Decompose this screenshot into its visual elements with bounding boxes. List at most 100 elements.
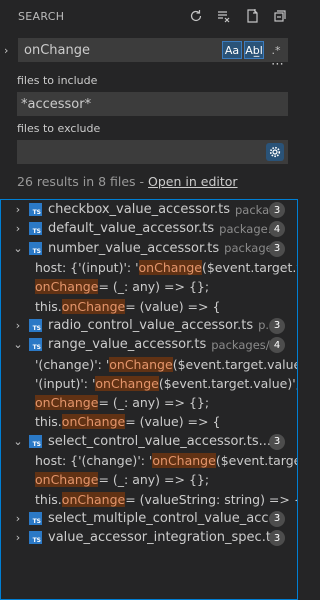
match-prefix: '(change)': ' <box>35 356 110 372</box>
match-count-badge: 3 <box>269 433 285 450</box>
match-suffix: ($event.target.v... <box>201 260 297 276</box>
chevron-right-icon[interactable]: › <box>11 319 25 332</box>
result-file-row[interactable]: › TS checkbox_value_accessor.ts packa... 3 <box>1 200 297 219</box>
match-suffix: ($event.target.value)', <box>172 356 297 372</box>
typescript-file-icon: TS <box>29 531 42 545</box>
search-header: SEARCH <box>0 0 298 32</box>
match-suffix: = (_: any) => {}; <box>98 395 210 411</box>
match-highlight: onChange <box>61 491 126 507</box>
match-line[interactable]: onChange = (_: any) => {}; <box>1 470 297 489</box>
match-line[interactable]: onChange = (_: any) => {}; <box>1 277 297 296</box>
result-file-row[interactable]: ⌄ TS number_value_accessor.ts package... 3 <box>1 239 297 258</box>
typescript-file-icon: TS <box>29 434 42 448</box>
match-line[interactable]: onChange = (_: any) => {}; <box>1 393 297 412</box>
exclude-label: files to exclude <box>17 122 101 135</box>
typescript-file-icon: TS <box>29 318 42 332</box>
typescript-file-icon: TS <box>29 203 42 217</box>
match-line[interactable]: host: {'(change)': ' onChange ($event.targ… <box>1 451 297 470</box>
typescript-file-icon: TS <box>29 241 42 255</box>
collapse-all-icon[interactable] <box>268 4 292 28</box>
match-suffix: ($event.target... <box>215 453 297 468</box>
match-prefix: this. <box>35 491 62 507</box>
match-count-badge: 3 <box>269 530 285 547</box>
match-prefix: '(input)': ' <box>35 375 96 391</box>
match-prefix: host: {'(change)': ' <box>35 453 153 468</box>
file-path: packa... <box>234 202 281 217</box>
toggle-replace-chevron-icon[interactable]: › <box>4 44 16 57</box>
panel-title: SEARCH <box>18 9 65 23</box>
results-count-text: 26 results in 8 files - <box>17 174 149 189</box>
result-file-row[interactable]: › TS default_value_accessor.ts package... 4 <box>1 219 297 238</box>
match-count-badge: 3 <box>269 510 285 527</box>
chevron-down-icon[interactable]: ⌄ <box>11 435 25 448</box>
match-prefix: this. <box>35 414 62 430</box>
match-line[interactable]: this. onChange = (value) => { <box>1 296 297 315</box>
file-name: select_multiple_control_value_acc... <box>48 510 281 526</box>
match-line[interactable]: '(change)': ' onChange ($event.target.valu… <box>1 354 297 373</box>
match-whole-word-button[interactable]: Ab̲l <box>244 41 264 59</box>
exclude-input[interactable] <box>17 140 288 164</box>
match-count-badge: 3 <box>269 202 285 218</box>
match-line[interactable]: this. onChange = (valueString: string) =>… <box>1 489 297 508</box>
match-prefix: this. <box>35 298 62 314</box>
include-input[interactable]: *accessor* <box>17 92 288 116</box>
match-highlight: onChange <box>61 298 126 314</box>
match-suffix: ($event.target.value)', <box>158 375 297 391</box>
toggle-search-details-icon[interactable]: ⋯ <box>0 58 298 72</box>
file-name: value_accessor_integration_spec.t... <box>48 530 284 546</box>
match-highlight: onChange <box>109 356 173 372</box>
result-file-row[interactable]: › TS select_multiple_control_value_acc... 3 <box>1 509 297 528</box>
file-name: radio_control_value_accessor.ts <box>48 317 254 333</box>
results-summary: 26 results in 8 files - Open in editor <box>0 174 298 194</box>
typescript-file-icon: TS <box>29 511 42 525</box>
typescript-file-icon: TS <box>29 338 42 352</box>
chevron-right-icon[interactable]: › <box>11 222 25 235</box>
match-line[interactable]: '(input)': ' onChange ($event.target.value… <box>1 374 297 393</box>
result-file-row[interactable]: › TS radio_control_value_accessor.ts p... 3 <box>1 316 297 335</box>
search-row: › onChange Aa Ab̲l .* <box>0 38 298 62</box>
chevron-right-icon[interactable]: › <box>11 203 25 216</box>
result-file-row[interactable]: ⌄ TS range_value_accessor.ts packages/... 4 <box>1 335 297 354</box>
match-line[interactable]: this. onChange = (value) => { <box>1 412 297 431</box>
open-in-editor-link[interactable]: Open in editor <box>148 174 238 189</box>
chevron-right-icon[interactable]: › <box>11 531 25 544</box>
match-highlight: onChange <box>61 414 126 430</box>
match-count-badge: 3 <box>269 317 285 334</box>
match-suffix: = (valueString: string) => { <box>125 491 297 507</box>
refresh-icon[interactable] <box>184 4 208 28</box>
match-suffix: = (_: any) => {}; <box>98 279 210 295</box>
chevron-down-icon[interactable]: ⌄ <box>11 242 25 255</box>
clear-results-icon[interactable] <box>212 4 236 28</box>
results-tree[interactable]: › TS checkbox_value_accessor.ts packa... 3 › T… <box>0 199 298 600</box>
match-case-button[interactable]: Aa <box>222 41 242 59</box>
header-actions <box>184 4 292 28</box>
match-line[interactable]: host: {'(input)': ' onChange ($event.targe… <box>1 258 297 277</box>
match-suffix: = (value) => { <box>125 414 221 430</box>
use-exclude-settings-icon[interactable] <box>266 143 284 161</box>
file-name: select_control_value_accessor.ts... <box>48 433 272 449</box>
search-input[interactable]: onChange Aa Ab̲l .* <box>18 38 288 62</box>
match-highlight: onChange <box>35 279 99 295</box>
typescript-file-icon: TS <box>29 222 42 236</box>
match-highlight: onChange <box>152 453 216 468</box>
file-path: package... <box>219 221 279 236</box>
include-label: files to include <box>17 74 98 87</box>
match-highlight: onChange <box>95 375 159 391</box>
match-highlight: onChange <box>138 260 202 276</box>
match-count-badge: 3 <box>269 240 285 257</box>
chevron-right-icon[interactable]: › <box>11 512 25 525</box>
file-path: package... <box>224 241 284 256</box>
match-highlight: onChange <box>35 395 99 411</box>
match-highlight: onChange <box>35 472 99 488</box>
match-count-badge: 4 <box>269 337 285 354</box>
match-suffix: = (_: any) => {}; <box>98 472 210 488</box>
file-name: default_value_accessor.ts <box>48 221 215 237</box>
chevron-down-icon[interactable]: ⌄ <box>11 338 25 351</box>
result-file-row[interactable]: ⌄ TS select_control_value_accessor.ts... 3 <box>1 432 297 451</box>
result-file-row[interactable]: › TS value_accessor_integration_spec.t... 3 <box>1 528 297 547</box>
match-prefix: host: {'(input)': ' <box>35 260 139 276</box>
file-name: checkbox_value_accessor.ts <box>48 202 230 218</box>
search-input-value[interactable]: onChange <box>24 43 222 58</box>
new-search-editor-icon[interactable] <box>240 4 264 28</box>
file-name: number_value_accessor.ts <box>48 240 220 256</box>
